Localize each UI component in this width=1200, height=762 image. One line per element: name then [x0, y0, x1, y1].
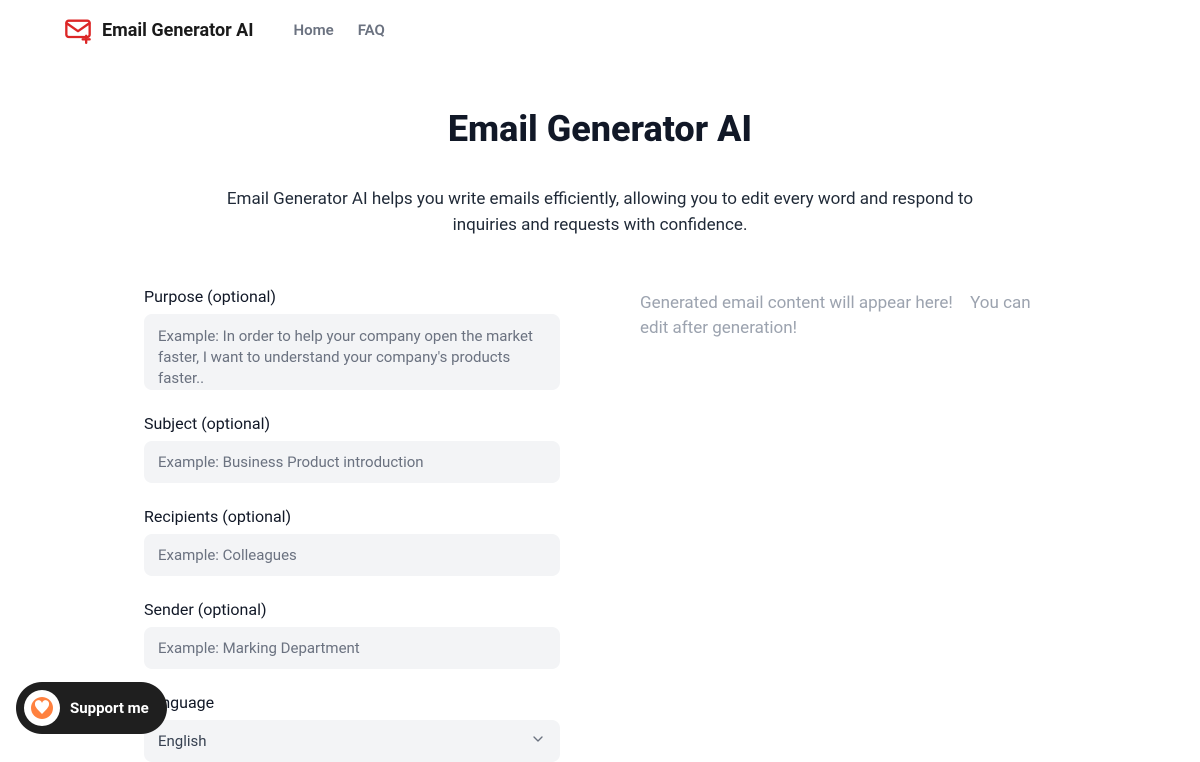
nav-link-faq[interactable]: FAQ — [358, 21, 385, 39]
page-description: Email Generator AI helps you write email… — [210, 186, 990, 239]
recipients-label: Recipients (optional) — [144, 507, 560, 526]
language-select-wrapper: English — [144, 720, 560, 762]
field-subject: Subject (optional) — [144, 414, 560, 483]
subject-input[interactable] — [144, 441, 560, 483]
field-language: Language English — [144, 693, 560, 762]
language-label: Language — [144, 693, 560, 712]
field-recipients: Recipients (optional) — [144, 507, 560, 576]
sender-label: Sender (optional) — [144, 600, 560, 619]
main: Email Generator AI Email Generator AI he… — [0, 60, 1200, 762]
purpose-label: Purpose (optional) — [144, 287, 560, 306]
brand-text: Email Generator AI — [102, 20, 254, 41]
support-label: Support me — [70, 699, 149, 717]
subject-label: Subject (optional) — [144, 414, 560, 433]
hero: Email Generator AI Email Generator AI he… — [64, 108, 1136, 239]
nav-links: Home FAQ — [294, 21, 385, 39]
sender-input[interactable] — [144, 627, 560, 669]
purpose-input[interactable] — [144, 314, 560, 390]
language-select[interactable]: English — [144, 720, 560, 762]
coffee-heart-icon — [24, 690, 60, 726]
output-placeholder[interactable]: Generated email content will appear here… — [640, 291, 1056, 342]
page-title: Email Generator AI — [64, 108, 1136, 150]
field-sender: Sender (optional) — [144, 600, 560, 669]
nav-link-home[interactable]: Home — [294, 21, 334, 39]
brand[interactable]: Email Generator AI — [64, 16, 254, 44]
field-purpose: Purpose (optional) — [144, 287, 560, 390]
output-column: Generated email content will appear here… — [640, 287, 1056, 762]
content: Purpose (optional) Subject (optional) Re… — [64, 287, 1136, 762]
navbar: Email Generator AI Home FAQ — [0, 0, 1200, 60]
support-me-button[interactable]: Support me — [16, 682, 167, 734]
recipients-input[interactable] — [144, 534, 560, 576]
email-plus-icon — [64, 16, 92, 44]
form-column: Purpose (optional) Subject (optional) Re… — [144, 287, 560, 762]
